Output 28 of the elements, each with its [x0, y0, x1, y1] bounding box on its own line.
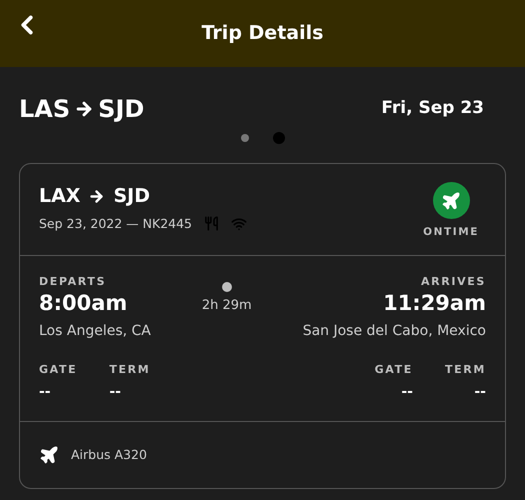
gate-label: GATE	[39, 362, 78, 378]
plane-icon	[39, 445, 59, 465]
flight-info: Sep 23, 2022 — NK2445	[39, 214, 192, 233]
term-label: TERM	[109, 362, 150, 378]
status-icon	[432, 182, 470, 219]
utensils-icon	[204, 216, 220, 232]
destination-code: SJD	[98, 94, 144, 125]
page-title: Trip Details	[202, 21, 324, 46]
duration-text: 2h 29m	[202, 296, 252, 315]
aircraft-text: Airbus A320	[71, 446, 147, 464]
flight-origin: LAX	[39, 184, 80, 209]
gate-value: --	[39, 383, 52, 402]
origin-code: LAS	[19, 94, 70, 125]
term-value: --	[473, 383, 486, 402]
time-text: 8:00am	[39, 290, 128, 316]
status-label: ONTIME	[423, 225, 479, 240]
section-label: DEPARTS	[39, 274, 106, 290]
gate-value: --	[400, 383, 413, 402]
trip-date: Fri, Sep 23	[381, 97, 484, 120]
time-text: 11:29am	[383, 290, 486, 316]
term-label: TERM	[444, 362, 486, 378]
flight-destination: SJD	[113, 184, 150, 209]
wifi-icon	[231, 216, 248, 232]
city-text: San Jose del Cabo, Mexico	[302, 322, 486, 340]
section-label: ARRIVES	[420, 274, 486, 290]
term-value: --	[109, 383, 122, 402]
city-text: Los Angeles, CA	[39, 322, 151, 340]
gate-label: GATE	[374, 362, 413, 378]
